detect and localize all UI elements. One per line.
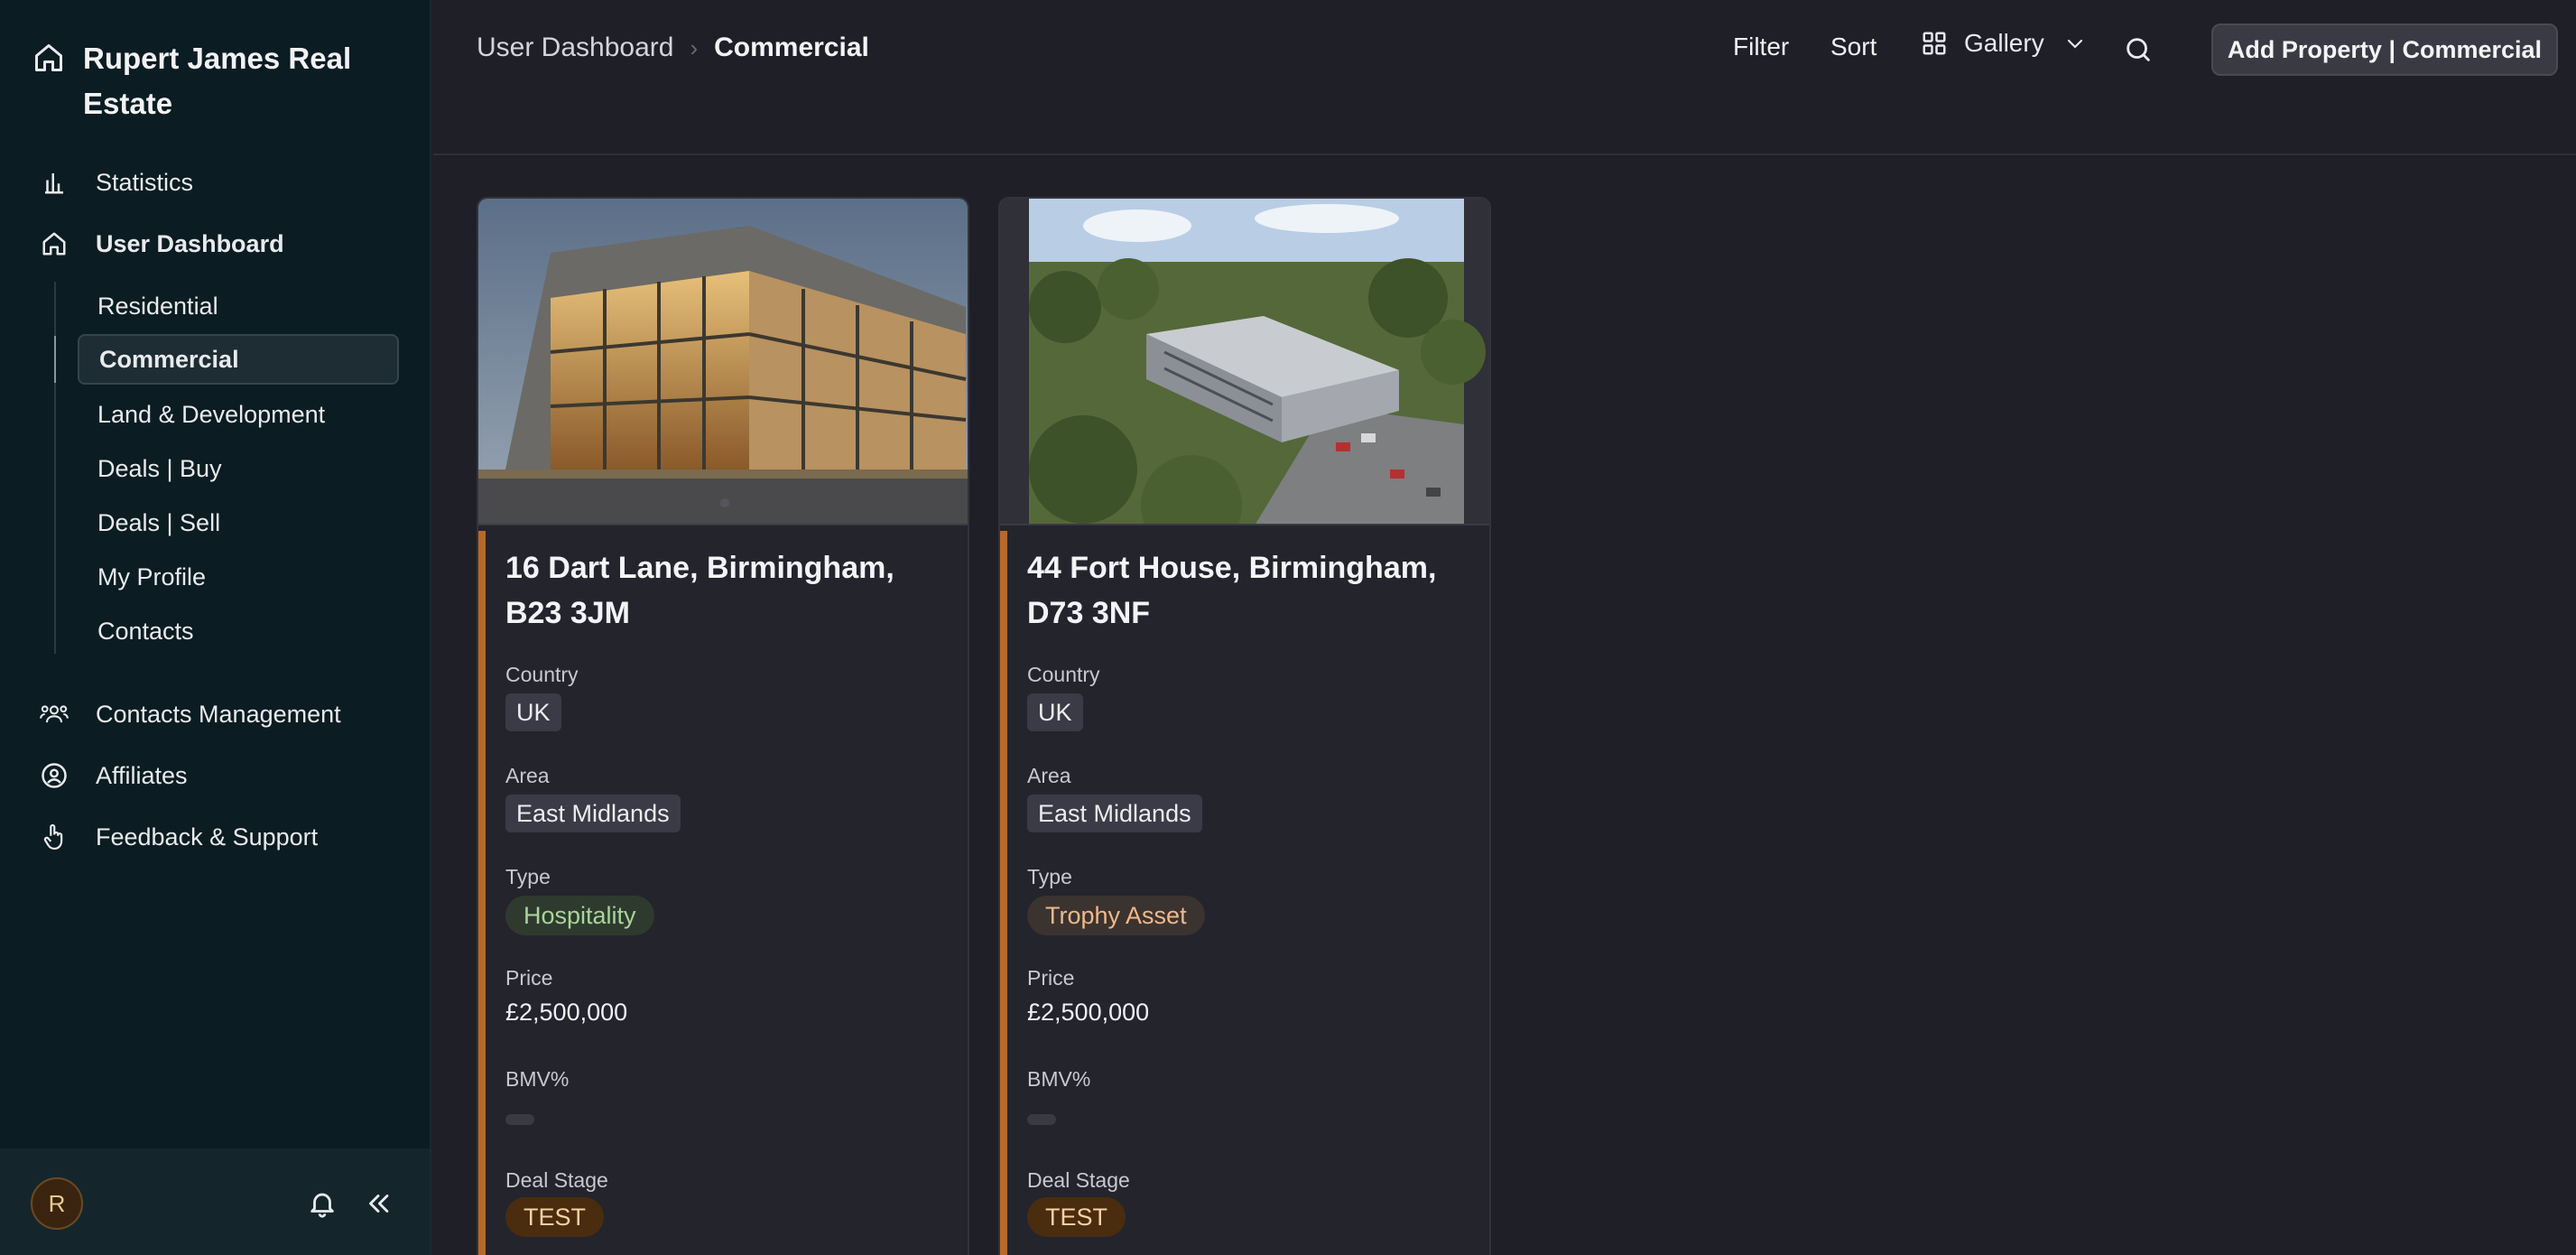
property-title: 16 Dart Lane, Birmingham, B23 3JM [505, 551, 894, 630]
sort-button[interactable]: Sort [1830, 33, 1876, 61]
nav-statistics[interactable]: Statistics [40, 159, 193, 206]
nav-statistics-label: Statistics [96, 168, 194, 196]
hand-pointer-icon [40, 823, 69, 851]
breadcrumb: User Dashboard › Commercial [477, 33, 869, 63]
search-icon[interactable] [2123, 34, 2154, 65]
card-accent-bar [478, 531, 486, 1255]
property-image [478, 199, 968, 525]
bell-icon[interactable] [307, 1188, 338, 1219]
bar-chart-icon [40, 168, 69, 197]
carousel-dot[interactable] [720, 498, 729, 507]
bmv-value [1027, 1114, 1056, 1125]
property-card[interactable]: 44 Fort House, Birmingham, D73 3NF Count… [998, 197, 1491, 1255]
country-label: Country [1027, 663, 1100, 686]
nav-affiliates-label: Affiliates [96, 761, 188, 789]
sidebar-item-my-profile[interactable]: My Profile [78, 552, 399, 602]
price-value: £2,500,000 [505, 999, 628, 1026]
nav-feedback-support-label: Feedback & Support [96, 823, 319, 851]
nav-contacts-management-label: Contacts Management [96, 700, 341, 728]
deal-stage-label: Deal Stage [505, 1168, 608, 1192]
bmv-value [505, 1114, 534, 1125]
bmv-label: BMV% [1027, 1067, 1091, 1091]
view-selector-label: Gallery [1964, 29, 2044, 57]
price-label: Price [505, 966, 553, 990]
sidebar-item-commercial[interactable]: Commercial [54, 334, 399, 385]
users-icon [40, 700, 69, 729]
deal-stage-badge: TEST [505, 1197, 605, 1237]
nav-contacts-management[interactable]: Contacts Management [40, 691, 341, 738]
avatar[interactable]: R [31, 1177, 83, 1230]
carousel-dots[interactable] [478, 498, 968, 507]
home-icon [35, 44, 62, 71]
nav-affiliates[interactable]: Affiliates [40, 752, 188, 799]
area-label: Area [1027, 764, 1071, 787]
type-label: Type [1027, 865, 1072, 888]
sidebar-footer: R [0, 1148, 430, 1255]
deal-stage-badge: TEST [1027, 1197, 1126, 1237]
type-badge: Trophy Asset [1027, 896, 1205, 935]
sidebar-item-deals-buy[interactable]: Deals | Buy [78, 443, 399, 494]
area-value: East Midlands [505, 795, 681, 832]
user-circle-icon [40, 761, 69, 790]
property-title: 44 Fort House, Birmingham, D73 3NF [1027, 551, 1437, 630]
country-label: Country [505, 663, 579, 686]
topbar: User Dashboard › Commercial Filter Sort … [433, 0, 2576, 155]
breadcrumb-current: Commercial [714, 33, 869, 62]
deal-stage-label: Deal Stage [1027, 1168, 1130, 1192]
type-badge: Hospitality [505, 896, 654, 935]
grid-icon [1923, 32, 1946, 55]
property-image [1000, 199, 1489, 525]
sidebar-item-contacts[interactable]: Contacts [78, 606, 399, 656]
country-value: UK [505, 693, 561, 731]
area-value: East Midlands [1027, 795, 1202, 832]
view-selector[interactable]: Gallery [1921, 29, 2086, 58]
brand[interactable]: Rupert James Real Estate [32, 36, 390, 126]
sidebar-item-residential[interactable]: Residential [78, 281, 399, 331]
sidebar-item-deals-sell[interactable]: Deals | Sell [78, 497, 399, 548]
bmv-label: BMV% [505, 1067, 570, 1091]
collapse-sidebar-icon[interactable] [363, 1188, 394, 1219]
price-value: £2,500,000 [1027, 999, 1150, 1026]
type-label: Type [505, 865, 551, 888]
breadcrumb-parent[interactable]: User Dashboard [477, 33, 673, 63]
card-accent-bar [1000, 531, 1007, 1255]
add-property-button[interactable]: Add Property | Commercial [2211, 23, 2558, 76]
home-icon [40, 229, 69, 258]
nav-user-dashboard-label: User Dashboard [96, 229, 284, 257]
area-label: Area [505, 764, 550, 787]
chevron-right-icon: › [690, 33, 699, 61]
filter-button[interactable]: Filter [1733, 33, 1789, 61]
sidebar: Rupert James Real Estate Statistics User… [0, 0, 431, 1255]
brand-title: Rupert James Real Estate [83, 42, 352, 120]
country-value: UK [1027, 693, 1083, 731]
price-label: Price [1027, 966, 1075, 990]
nav-feedback-support[interactable]: Feedback & Support [40, 813, 318, 860]
property-card[interactable]: 16 Dart Lane, Birmingham, B23 3JM Countr… [477, 197, 969, 1255]
chevron-down-icon [2067, 39, 2082, 49]
nav-user-dashboard[interactable]: User Dashboard [40, 220, 284, 267]
sidebar-item-land-development[interactable]: Land & Development [78, 389, 399, 440]
